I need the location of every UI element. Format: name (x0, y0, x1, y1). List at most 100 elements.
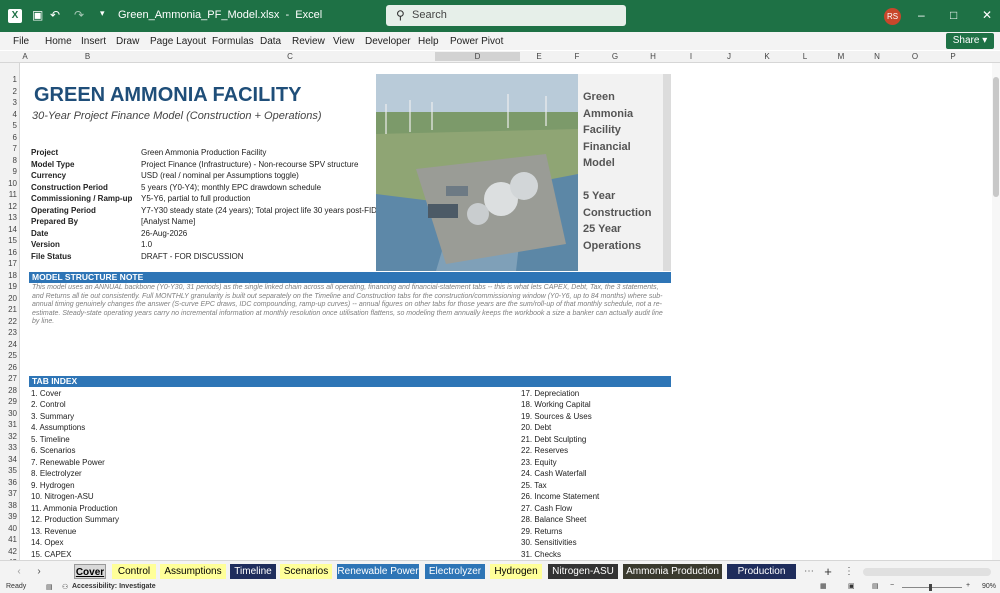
index-item[interactable]: 31. Checks (521, 550, 561, 559)
info-value[interactable]: Project Finance (Infrastructure) - Non-r… (141, 160, 358, 169)
worksheet-grid[interactable]: GREEN AMMONIA FACILITY 30-Year Project F… (20, 63, 992, 560)
autosave-icon[interactable]: ▣ (32, 8, 43, 22)
index-item[interactable]: 21. Debt Sculpting (521, 435, 586, 444)
row-header[interactable]: 28 (0, 386, 17, 395)
sheet-tab-electrolyzer[interactable]: Electrolyzer (425, 564, 485, 579)
row-header[interactable]: 36 (0, 478, 17, 487)
row-header[interactable]: 38 (0, 501, 17, 510)
index-item[interactable]: 12. Production Summary (31, 515, 119, 524)
index-item[interactable]: 17. Depreciation (521, 389, 579, 398)
row-header[interactable]: 2 (0, 87, 17, 96)
row-header[interactable]: 3 (0, 98, 17, 107)
page-layout-view-icon[interactable]: ▣ (848, 582, 855, 590)
zoom-out-icon[interactable]: − (890, 582, 894, 589)
row-header[interactable]: 15 (0, 236, 17, 245)
sheet-tab-ammonia-production[interactable]: Ammonia Production (623, 564, 722, 579)
row-header[interactable]: 19 (0, 282, 17, 291)
index-item[interactable]: 19. Sources & Uses (521, 412, 592, 421)
more-tabs-icon[interactable]: ⋯ (803, 564, 815, 579)
row-header[interactable]: 35 (0, 466, 17, 475)
workbook-stats-icon[interactable]: ▤ (46, 583, 53, 591)
info-value[interactable]: Y7-Y30 steady state (24 years); Total pr… (141, 206, 377, 215)
col-header-m[interactable]: M (824, 52, 858, 61)
row-header[interactable]: 34 (0, 455, 17, 464)
row-header[interactable]: 25 (0, 351, 17, 360)
user-avatar[interactable]: RS (884, 8, 901, 25)
index-item[interactable]: 30. Sensitivities (521, 538, 577, 547)
tab-file[interactable]: File (13, 36, 29, 47)
sheet-tab-assumptions[interactable]: Assumptions (160, 564, 226, 579)
col-header-b[interactable]: B (30, 52, 145, 61)
add-sheet-icon[interactable]: + (822, 564, 834, 579)
col-header-h[interactable]: H (634, 52, 672, 61)
tab-view[interactable]: View (333, 36, 355, 47)
row-header[interactable]: 29 (0, 397, 17, 406)
tab-help[interactable]: Help (418, 36, 439, 47)
zoom-in-icon[interactable]: + (966, 582, 970, 589)
row-header[interactable]: 26 (0, 363, 17, 372)
index-item[interactable]: 22. Reserves (521, 446, 568, 455)
row-header[interactable]: 23 (0, 328, 17, 337)
col-header-p[interactable]: P (934, 52, 972, 61)
row-header[interactable]: 8 (0, 156, 17, 165)
tab-review[interactable]: Review (292, 36, 325, 47)
row-header[interactable]: 24 (0, 340, 17, 349)
sheet-tab-nitrogen-asu[interactable]: Nitrogen-ASU (548, 564, 618, 579)
index-item[interactable]: 1. Cover (31, 389, 61, 398)
index-item[interactable]: 20. Debt (521, 423, 551, 432)
index-item[interactable]: 23. Equity (521, 458, 557, 467)
row-header[interactable]: 7 (0, 144, 17, 153)
index-item[interactable]: 4. Assumptions (31, 423, 85, 432)
row-header[interactable]: 22 (0, 317, 17, 326)
tab-page-layout[interactable]: Page Layout (150, 36, 206, 47)
col-header-a[interactable]: A (20, 52, 30, 61)
index-item[interactable]: 7. Renewable Power (31, 458, 105, 467)
tab-insert[interactable]: Insert (81, 36, 106, 47)
row-header[interactable]: 13 (0, 213, 17, 222)
index-item[interactable]: 18. Working Capital (521, 400, 591, 409)
row-header[interactable]: 5 (0, 121, 17, 130)
row-header[interactable]: 21 (0, 305, 17, 314)
row-header[interactable]: 16 (0, 248, 17, 257)
col-header-k[interactable]: K (748, 52, 786, 61)
tab-power-pivot[interactable]: Power Pivot (450, 36, 503, 47)
row-header[interactable]: 37 (0, 489, 17, 498)
col-header-j[interactable]: J (710, 52, 748, 61)
col-header-d[interactable]: D (435, 52, 520, 61)
index-item[interactable]: 27. Cash Flow (521, 504, 572, 513)
row-header[interactable]: 41 (0, 535, 17, 544)
info-value[interactable]: USD (real / nominal per Assumptions togg… (141, 171, 299, 180)
index-item[interactable]: 28. Balance Sheet (521, 515, 586, 524)
share-button[interactable]: Share ▾ (946, 33, 994, 49)
info-value[interactable]: DRAFT - FOR DISCUSSION (141, 252, 244, 261)
maximize-button[interactable]: □ (950, 8, 957, 22)
index-item[interactable]: 9. Hydrogen (31, 481, 75, 490)
info-value[interactable]: [Analyst Name] (141, 217, 195, 226)
normal-view-icon[interactable]: ▦ (820, 582, 827, 590)
index-item[interactable]: 29. Returns (521, 527, 562, 536)
sheet-tab-timeline[interactable]: Timeline (230, 564, 276, 579)
tab-formulas[interactable]: Formulas (212, 36, 254, 47)
index-item[interactable]: 3. Summary (31, 412, 74, 421)
row-header[interactable]: 27 (0, 374, 17, 383)
index-item[interactable]: 15. CAPEX (31, 550, 71, 559)
col-header-o[interactable]: O (896, 52, 934, 61)
tab-draw[interactable]: Draw (116, 36, 139, 47)
scroll-tabs-right-icon[interactable]: › (32, 564, 46, 579)
tab-home[interactable]: Home (45, 36, 72, 47)
info-value[interactable]: 5 years (Y0-Y4); monthly EPC drawdown sc… (141, 183, 321, 192)
sheet-tab-scenarios[interactable]: Scenarios (280, 564, 332, 579)
index-item[interactable]: 5. Timeline (31, 435, 70, 444)
index-item[interactable]: 2. Control (31, 400, 66, 409)
scroll-tabs-left-icon[interactable]: ‹ (12, 564, 26, 579)
row-header[interactable]: 9 (0, 167, 17, 176)
index-item[interactable]: 25. Tax (521, 481, 547, 490)
index-item[interactable]: 11. Ammonia Production (31, 504, 118, 513)
sheet-tab-control[interactable]: Control (112, 564, 156, 579)
sheet-tab-hydrogen[interactable]: Hydrogen (490, 564, 542, 579)
index-item[interactable]: 13. Revenue (31, 527, 76, 536)
row-header[interactable]: 30 (0, 409, 17, 418)
index-item[interactable]: 8. Electrolyzer (31, 469, 82, 478)
row-header[interactable]: 12 (0, 202, 17, 211)
horizontal-scrollbar[interactable] (863, 568, 991, 576)
